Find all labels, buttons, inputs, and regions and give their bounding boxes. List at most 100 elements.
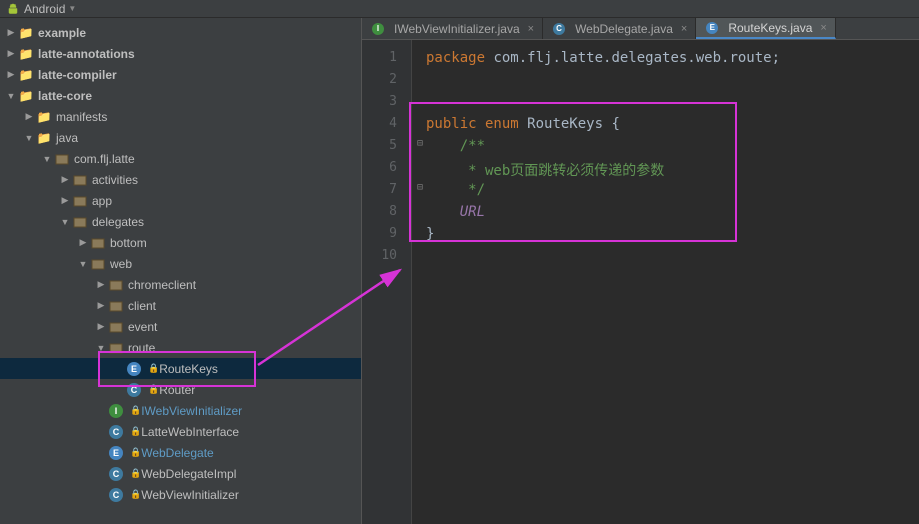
expand-arrow-icon[interactable]: ▶ [6, 28, 16, 38]
tree-item-latte-core[interactable]: ▼ 📁 latte-core [0, 85, 361, 106]
tree-label: RouteKeys [159, 362, 218, 376]
code-token: com.flj.latte.delegates.web.route; [493, 50, 780, 66]
tree-label: latte-core [38, 89, 92, 103]
package-icon [108, 277, 124, 293]
tree-item-example[interactable]: ▶ 📁 example [0, 22, 361, 43]
lock-icon: 🔒 [130, 447, 141, 458]
line-number: 1 [362, 50, 411, 72]
tree-item-delegates[interactable]: ▼ delegates [0, 211, 361, 232]
tab-webdelegate[interactable]: C WebDelegate.java × [543, 18, 696, 39]
tree-item-pkg[interactable]: ▼ com.flj.latte [0, 148, 361, 169]
tree-item-webdelegate[interactable]: ▶ E🔒 WebDelegate [0, 442, 361, 463]
editor-tabs: I IWebViewInitializer.java × C WebDelega… [362, 18, 919, 40]
tree-label: WebViewInitializer [141, 488, 239, 502]
lock-icon: 🔒 [130, 489, 141, 500]
code-token: URL [460, 204, 485, 220]
expand-arrow-icon[interactable]: ▶ [24, 112, 34, 122]
tree-item-manifests[interactable]: ▶ 📁 manifests [0, 106, 361, 127]
gutter: 1 2 3 4 5 6 7 8 9 10 [362, 40, 412, 524]
tree-item-latte-annotations[interactable]: ▶ 📁 latte-annotations [0, 43, 361, 64]
tree-item-app[interactable]: ▶ app [0, 190, 361, 211]
tree-label: example [38, 26, 86, 40]
expand-arrow-icon[interactable]: ▶ [60, 175, 70, 185]
tree-label: chromeclient [128, 278, 196, 292]
lock-icon: 🔒 [148, 384, 159, 395]
view-mode-label: Android [24, 2, 65, 16]
tree-item-latte-compiler[interactable]: ▶ 📁 latte-compiler [0, 64, 361, 85]
package-icon [72, 214, 88, 230]
tree-item-java[interactable]: ▼ 📁 java [0, 127, 361, 148]
expand-arrow-icon[interactable]: ▶ [96, 280, 106, 290]
tab-label: IWebViewInitializer.java [394, 22, 520, 36]
tree-item-client[interactable]: ▶ client [0, 295, 361, 316]
folder-icon: 📁 [18, 88, 34, 104]
tree-label: app [92, 194, 112, 208]
tree-label: IWebViewInitializer [141, 404, 242, 418]
code-token: */ [460, 182, 485, 198]
collapse-arrow-icon[interactable]: ▼ [96, 343, 106, 353]
expand-arrow-icon[interactable]: ▶ [96, 322, 106, 332]
code-editor[interactable]: package com.flj.latte.delegates.web.rout… [412, 40, 919, 524]
expand-arrow-icon[interactable]: ▶ [96, 301, 106, 311]
line-number: 10 [362, 248, 411, 270]
line-number: 2 [362, 72, 411, 94]
tree-label: manifests [56, 110, 107, 124]
enum-icon: E [704, 20, 720, 36]
tree-item-activities[interactable]: ▶ activities [0, 169, 361, 190]
class-icon: C [108, 424, 124, 440]
tree-label: event [128, 320, 157, 334]
expand-arrow-icon[interactable]: ▶ [60, 196, 70, 206]
tree-item-web[interactable]: ▼ web [0, 253, 361, 274]
close-icon[interactable]: × [681, 23, 687, 35]
tree-label: bottom [110, 236, 147, 250]
package-icon [108, 340, 124, 356]
close-icon[interactable]: × [820, 22, 826, 34]
close-icon[interactable]: × [528, 23, 534, 35]
tree-item-webviewinitializer[interactable]: ▶ C🔒 WebViewInitializer [0, 484, 361, 505]
package-icon [108, 298, 124, 314]
tree-label: WebDelegate [141, 446, 214, 460]
line-number: 9 [362, 226, 411, 248]
expand-arrow-icon[interactable]: ▶ [78, 238, 88, 248]
code-token: /** [460, 138, 485, 154]
tree-item-webdelegateimpl[interactable]: ▶ C🔒 WebDelegateImpl [0, 463, 361, 484]
expand-arrow-icon[interactable]: ▶ [6, 70, 16, 80]
tree-item-route[interactable]: ▼ route [0, 337, 361, 358]
tab-iwebviewinitializer[interactable]: I IWebViewInitializer.java × [362, 18, 543, 39]
tree-item-event[interactable]: ▶ event [0, 316, 361, 337]
expand-arrow-icon[interactable]: ▶ [6, 49, 16, 59]
tree-item-routekeys[interactable]: ▶ E🔒 RouteKeys [0, 358, 361, 379]
tree-label: activities [92, 173, 138, 187]
folder-icon: 📁 [36, 109, 52, 125]
tree-item-lattewebinterface[interactable]: ▶ C🔒 LatteWebInterface [0, 421, 361, 442]
line-number: 4 [362, 116, 411, 138]
class-icon: C [108, 487, 124, 503]
collapse-arrow-icon[interactable]: ▼ [60, 217, 70, 227]
collapse-arrow-icon[interactable]: ▼ [42, 154, 52, 164]
tab-label: RouteKeys.java [728, 21, 812, 35]
collapse-arrow-icon[interactable]: ▼ [78, 259, 88, 269]
class-icon: C [108, 466, 124, 482]
code-token: package [426, 50, 493, 66]
package-icon [72, 172, 88, 188]
class-icon: C [126, 382, 142, 398]
code-token: RouteKeys { [527, 116, 620, 132]
view-mode-dropdown[interactable]: Android ▼ [24, 2, 76, 16]
fold-icon[interactable]: ⊟ [417, 138, 423, 149]
fold-icon[interactable]: ⊟ [417, 182, 423, 193]
line-number: 3 [362, 94, 411, 116]
line-number: 6 [362, 160, 411, 182]
tab-routekeys[interactable]: E RouteKeys.java × [696, 18, 835, 39]
collapse-arrow-icon[interactable]: ▼ [24, 133, 34, 143]
tree-item-bottom[interactable]: ▶ bottom [0, 232, 361, 253]
code-token: public enum [426, 116, 527, 132]
tree-item-iwebviewinitializer[interactable]: ▶ I🔒 IWebViewInitializer [0, 400, 361, 421]
line-number: 8 [362, 204, 411, 226]
tree-item-router[interactable]: ▶ C🔒 Router [0, 379, 361, 400]
tree-label: WebDelegateImpl [141, 467, 236, 481]
project-tree[interactable]: ▶ 📁 example ▶ 📁 latte-annotations ▶ 📁 la… [0, 18, 362, 524]
tree-item-chromeclient[interactable]: ▶ chromeclient [0, 274, 361, 295]
interface-icon: I [108, 403, 124, 419]
collapse-arrow-icon[interactable]: ▼ [6, 91, 16, 101]
lock-icon: 🔒 [130, 405, 141, 416]
